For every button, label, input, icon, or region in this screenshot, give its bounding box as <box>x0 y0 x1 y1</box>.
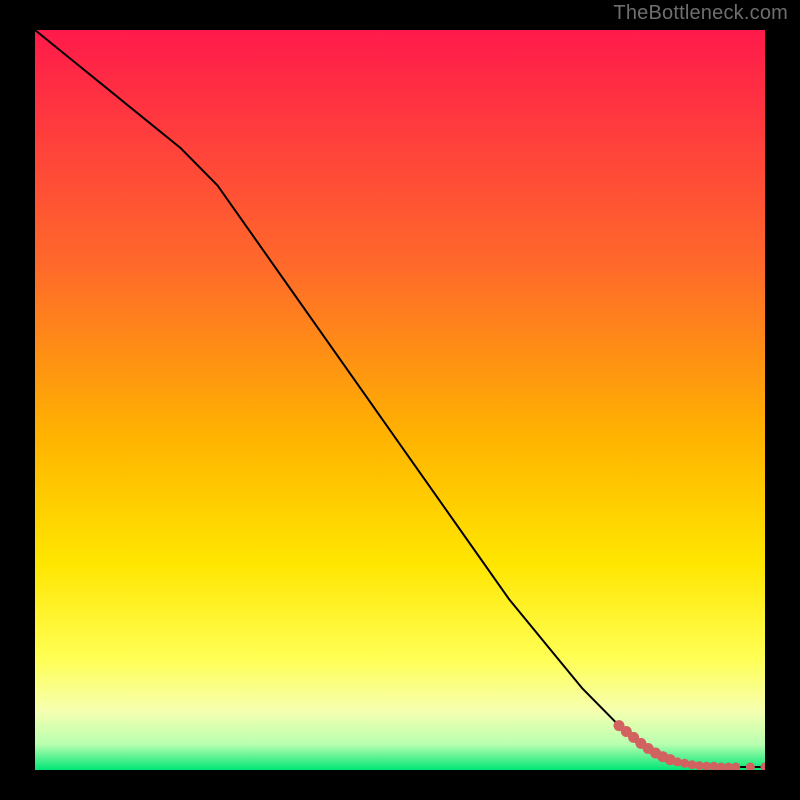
plot-area <box>35 30 765 770</box>
chart-frame: TheBottleneck.com <box>0 0 800 800</box>
gradient-background <box>35 30 765 770</box>
chart-svg <box>35 30 765 770</box>
watermark-text: TheBottleneck.com <box>613 2 788 25</box>
